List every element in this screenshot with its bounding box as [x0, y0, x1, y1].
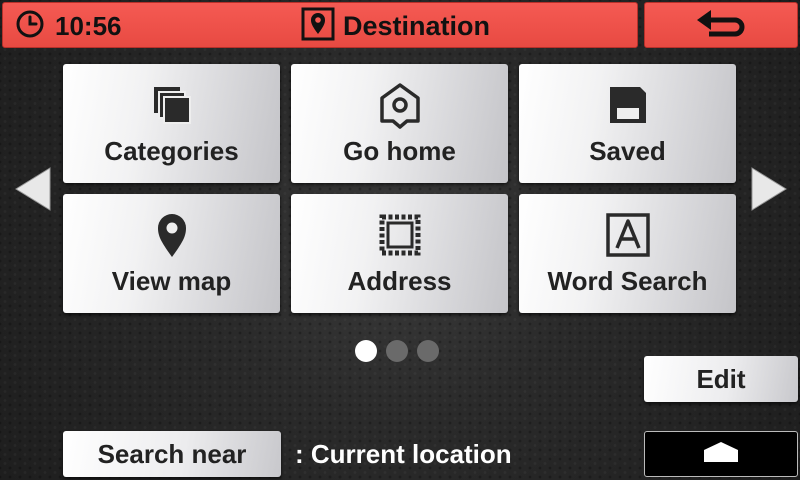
back-arrow-icon [691, 6, 751, 45]
clock-icon [15, 9, 45, 44]
categories-icon [63, 80, 280, 130]
page-title: Destination [343, 10, 491, 41]
home-pin-icon [291, 80, 508, 130]
tile-label: Saved [589, 136, 666, 166]
search-near-button[interactable]: Search near [63, 431, 281, 477]
page-dot-1 [355, 340, 377, 362]
categories-button[interactable]: Categories [63, 64, 280, 183]
previous-page-button[interactable] [14, 166, 54, 212]
tile-label: View map [111, 266, 232, 296]
view-map-button[interactable]: View map [63, 194, 280, 313]
tile-label: Go home [343, 136, 456, 166]
clock-time: 10:56 [55, 10, 122, 41]
letter-a-icon [519, 210, 736, 260]
arrow-left-icon [14, 167, 54, 216]
home-icon [702, 440, 740, 469]
search-near-location: : Current location [295, 438, 512, 469]
page-title-group: Destination [301, 3, 490, 49]
clock: 10:56 [15, 3, 122, 49]
home-button[interactable] [644, 431, 798, 477]
destination-map-icon [301, 7, 335, 46]
save-icon [519, 80, 736, 130]
saved-button[interactable]: Saved [519, 64, 736, 183]
header-bar: 10:56 Destination [2, 2, 638, 48]
go-home-button[interactable]: Go home [291, 64, 508, 183]
address-button[interactable]: Address [291, 194, 508, 313]
back-button[interactable] [644, 2, 798, 48]
arrow-right-icon [748, 167, 788, 216]
page-dot-2 [386, 340, 408, 362]
stamp-icon [291, 210, 508, 260]
page-indicator [355, 340, 439, 362]
page-dot-3 [417, 340, 439, 362]
tile-label: Word Search [547, 266, 708, 296]
tile-label: Address [347, 266, 452, 296]
map-pin-icon [63, 210, 280, 260]
word-search-button[interactable]: Word Search [519, 194, 736, 313]
edit-button[interactable]: Edit [644, 356, 798, 402]
tile-label: Categories [104, 136, 239, 166]
next-page-button[interactable] [748, 166, 788, 212]
